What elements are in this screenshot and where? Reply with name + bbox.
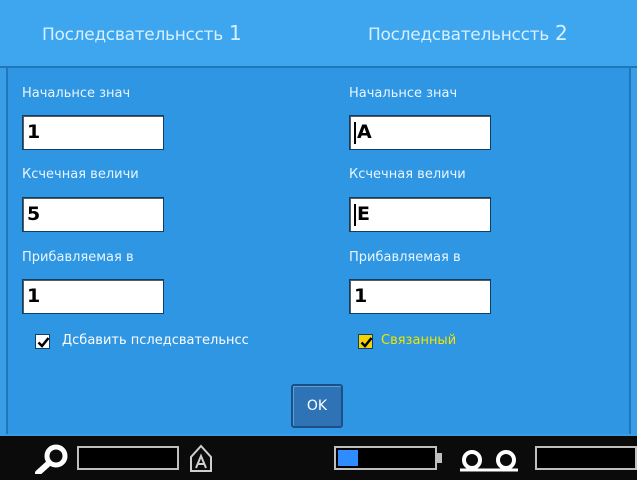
status-bar — [0, 436, 637, 480]
linked-checkbox[interactable] — [358, 334, 373, 349]
left-increment-label: Прибавляемая в — [22, 250, 134, 265]
battery-icon — [334, 446, 437, 470]
checkmark-icon — [37, 337, 50, 348]
left-increment-field[interactable]: 1 — [22, 279, 164, 314]
left-end-label: Ксчечная величи — [22, 167, 139, 182]
right-end-field[interactable]: E — [349, 197, 491, 232]
checkmark-icon — [360, 337, 373, 348]
right-end-value: E — [357, 203, 370, 225]
text-caret — [354, 121, 356, 144]
tab-sequence-2[interactable]: Последсвательнсcть 2 — [368, 18, 568, 48]
tab-sequence-1-label: Последсвательнсcть — [42, 25, 223, 45]
left-end-field[interactable]: 5 — [22, 197, 164, 232]
left-start-label: Начальнсе знач — [22, 86, 131, 101]
linked-label: Связанный — [381, 333, 457, 348]
tab-sequence-2-number: 2 — [554, 21, 568, 45]
left-start-field[interactable]: 1 — [22, 115, 164, 150]
unlock-icon — [190, 444, 212, 472]
right-increment-field[interactable]: 1 — [349, 279, 491, 314]
left-end-value: 5 — [27, 203, 41, 225]
add-sequence-label: Дсбавить пследсвательнсс — [62, 333, 249, 348]
search-icon[interactable] — [28, 444, 72, 474]
tab-sequence-1-number: 1 — [228, 21, 242, 45]
right-increment-value: 1 — [354, 285, 368, 307]
ok-button[interactable]: OK — [291, 384, 343, 428]
right-start-value: A — [357, 121, 372, 143]
add-sequence-checkbox[interactable] — [35, 334, 50, 349]
right-start-field[interactable]: A — [349, 115, 491, 150]
link-icon — [460, 450, 518, 472]
tab-sequence-1[interactable]: Последсвательнсcть 1 — [42, 18, 242, 48]
right-increment-label: Прибавляемая в — [349, 250, 461, 265]
right-end-label: Ксчечная величи — [349, 167, 466, 182]
battery-tip — [437, 453, 442, 463]
status-input-box[interactable] — [535, 446, 637, 470]
left-start-value: 1 — [27, 121, 41, 143]
right-start-label: Начальнсе знач — [349, 86, 458, 101]
left-increment-value: 1 — [27, 285, 41, 307]
ok-button-label: OK — [306, 398, 328, 414]
text-caret — [354, 203, 356, 226]
search-box[interactable] — [77, 446, 179, 470]
tab-sequence-2-label: Последсвательнсcть — [368, 25, 549, 45]
tab-header: Последсвательнсcть 1 Последсвательнсcть 2 — [0, 0, 637, 68]
battery-level — [338, 450, 358, 466]
